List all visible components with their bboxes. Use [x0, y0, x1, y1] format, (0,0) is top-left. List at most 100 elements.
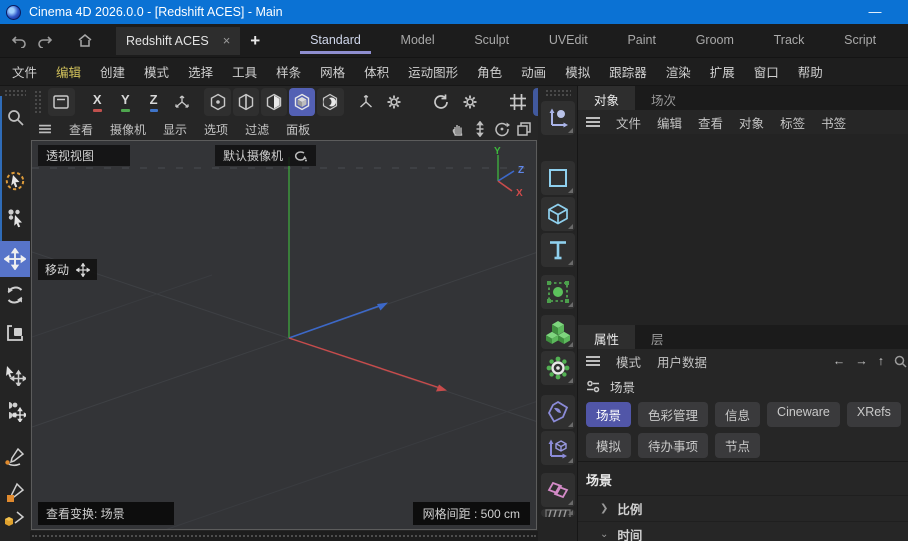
reset-transform-button[interactable]: [428, 88, 454, 116]
primitive-cube-button[interactable]: [541, 197, 575, 231]
tab-layers[interactable]: 层: [635, 325, 680, 349]
spline-pen-group-button[interactable]: [541, 101, 575, 135]
viewport-menu-icon[interactable]: [39, 125, 51, 134]
menu-select[interactable]: 选择: [188, 62, 213, 81]
document-tab[interactable]: Redshift ACES ×: [116, 27, 240, 55]
workspace-tab-model[interactable]: Model: [397, 27, 439, 54]
deformer-bend-button[interactable]: [541, 395, 575, 429]
menu-volume[interactable]: 体积: [364, 62, 389, 81]
menu-simulate[interactable]: 模拟: [565, 62, 590, 81]
volume-builder-button[interactable]: [541, 315, 575, 349]
move-tool[interactable]: [0, 241, 30, 277]
menu-mesh[interactable]: 网格: [320, 62, 345, 81]
menu-character[interactable]: 角色: [477, 62, 502, 81]
om-menu-objects[interactable]: 对象: [739, 113, 764, 132]
vp-menu-camera[interactable]: 摄像机: [110, 121, 146, 138]
attr-menu-mode[interactable]: 模式: [616, 352, 641, 371]
vp-menu-view[interactable]: 查看: [69, 121, 93, 138]
menu-tracker[interactable]: 跟踪器: [609, 62, 647, 81]
toolbar-grip[interactable]: [34, 90, 43, 114]
menu-create[interactable]: 创建: [100, 62, 125, 81]
motext-button[interactable]: [541, 233, 575, 267]
attr-tab-scene[interactable]: 场景: [586, 402, 631, 427]
om-menu-edit[interactable]: 编辑: [657, 113, 682, 132]
viewport-canvas[interactable]: 透视视图 默认摄像机 移动 Y Z X 查看变换: 场景: [31, 140, 537, 530]
minimize-button[interactable]: —: [864, 2, 886, 20]
attr-tab-xrefs[interactable]: XRefs: [847, 402, 901, 427]
viewport-solo-search-tool[interactable]: [0, 99, 30, 135]
live-selection-tool[interactable]: [0, 163, 30, 199]
attr-tab-color-management[interactable]: 色彩管理: [638, 402, 708, 427]
workspace-tab-track[interactable]: Track: [770, 27, 809, 54]
attr-tab-simulation[interactable]: 模拟: [586, 433, 631, 458]
selected-object-row[interactable]: 场景: [578, 373, 908, 399]
menu-edit[interactable]: 编辑: [56, 62, 81, 81]
menu-extensions[interactable]: 扩展: [710, 62, 735, 81]
menu-spline[interactable]: 样条: [276, 62, 301, 81]
track-modify-button[interactable]: [541, 431, 575, 465]
spline-pen-rect-tool[interactable]: [0, 475, 30, 511]
group-scale[interactable]: ❯ 比例: [578, 495, 908, 521]
vp-menu-filter[interactable]: 过滤: [245, 121, 269, 138]
redo-button[interactable]: [32, 29, 58, 53]
vp-menu-panel[interactable]: 面板: [286, 121, 310, 138]
attr-search-icon[interactable]: [894, 355, 907, 368]
orientation-axis-widget[interactable]: Y Z X: [476, 145, 532, 203]
menu-window[interactable]: 窗口: [754, 62, 779, 81]
workspace-tab-script[interactable]: Script: [840, 27, 880, 54]
om-menu-view[interactable]: 查看: [698, 113, 723, 132]
workspace-tab-groom[interactable]: Groom: [692, 27, 738, 54]
attr-nav-up-icon[interactable]: ↑: [878, 354, 884, 368]
attr-menu-userdata[interactable]: 用户数据: [657, 352, 707, 371]
menu-help[interactable]: 帮助: [798, 62, 823, 81]
new-document-tab-button[interactable]: +: [250, 31, 260, 51]
pan-view-icon[interactable]: [450, 121, 466, 137]
menu-mograph[interactable]: 运动图形: [408, 62, 458, 81]
left-palette-grip[interactable]: [4, 89, 26, 97]
home-button[interactable]: [72, 29, 98, 53]
view-name-label[interactable]: 透视视图: [38, 145, 130, 166]
tab-takes[interactable]: 场次: [635, 86, 692, 110]
workspace-tab-standard[interactable]: Standard: [306, 27, 365, 54]
menu-tools[interactable]: 工具: [232, 62, 257, 81]
model-mode-button[interactable]: [289, 88, 315, 116]
reset-settings-gear-icon[interactable]: [456, 88, 482, 116]
attr-nav-back-icon[interactable]: ←: [833, 354, 846, 368]
coordinate-system-button[interactable]: [169, 88, 195, 116]
toggle-view-layout-icon[interactable]: [516, 121, 532, 137]
attr-tab-nodes[interactable]: 节点: [715, 433, 760, 458]
attribute-menu-icon[interactable]: [586, 356, 600, 366]
mograph-cloner-button[interactable]: [541, 275, 575, 309]
scale-tool[interactable]: [0, 315, 30, 351]
points-mode-button[interactable]: [204, 88, 230, 116]
tab-objects[interactable]: 对象: [578, 86, 635, 110]
group-time[interactable]: ⌄ 时间: [578, 521, 908, 541]
simulation-gear-button[interactable]: [541, 351, 575, 385]
workspace-tab-paint[interactable]: Paint: [623, 27, 660, 54]
attr-tab-todo[interactable]: 待办事项: [638, 433, 708, 458]
vp-menu-options[interactable]: 选项: [204, 121, 228, 138]
polygons-mode-button[interactable]: [261, 88, 287, 116]
workspace-tab-uvedit[interactable]: UVEdit: [545, 27, 592, 54]
enable-quantizing-button[interactable]: [505, 88, 531, 116]
object-list-empty-area[interactable]: [578, 134, 908, 325]
dolly-view-icon[interactable]: [472, 121, 488, 137]
attr-tab-cineware[interactable]: Cineware: [767, 402, 840, 427]
camera-name-label[interactable]: 默认摄像机: [215, 145, 316, 166]
tab-attributes[interactable]: 属性: [578, 325, 635, 349]
document-tab-close-icon[interactable]: ×: [223, 33, 231, 48]
object-manager-menu-icon[interactable]: [586, 117, 600, 127]
edges-mode-button[interactable]: [233, 88, 259, 116]
axis-modification-button[interactable]: [353, 88, 379, 116]
keyframe-palette-button[interactable]: [541, 509, 575, 517]
make-editable-button[interactable]: [48, 88, 74, 116]
menu-animate[interactable]: 动画: [521, 62, 546, 81]
spline-sketch-tool[interactable]: [0, 439, 30, 475]
create-palette-grip[interactable]: [545, 89, 571, 97]
menu-mode[interactable]: 模式: [144, 62, 169, 81]
fields-pair-button[interactable]: [541, 473, 575, 507]
spline-rectangle-button[interactable]: [541, 161, 575, 195]
attr-tab-info[interactable]: 信息: [715, 402, 760, 427]
timeline-collapsed-strip[interactable]: [30, 531, 538, 541]
attr-nav-forward-icon[interactable]: →: [855, 354, 868, 368]
